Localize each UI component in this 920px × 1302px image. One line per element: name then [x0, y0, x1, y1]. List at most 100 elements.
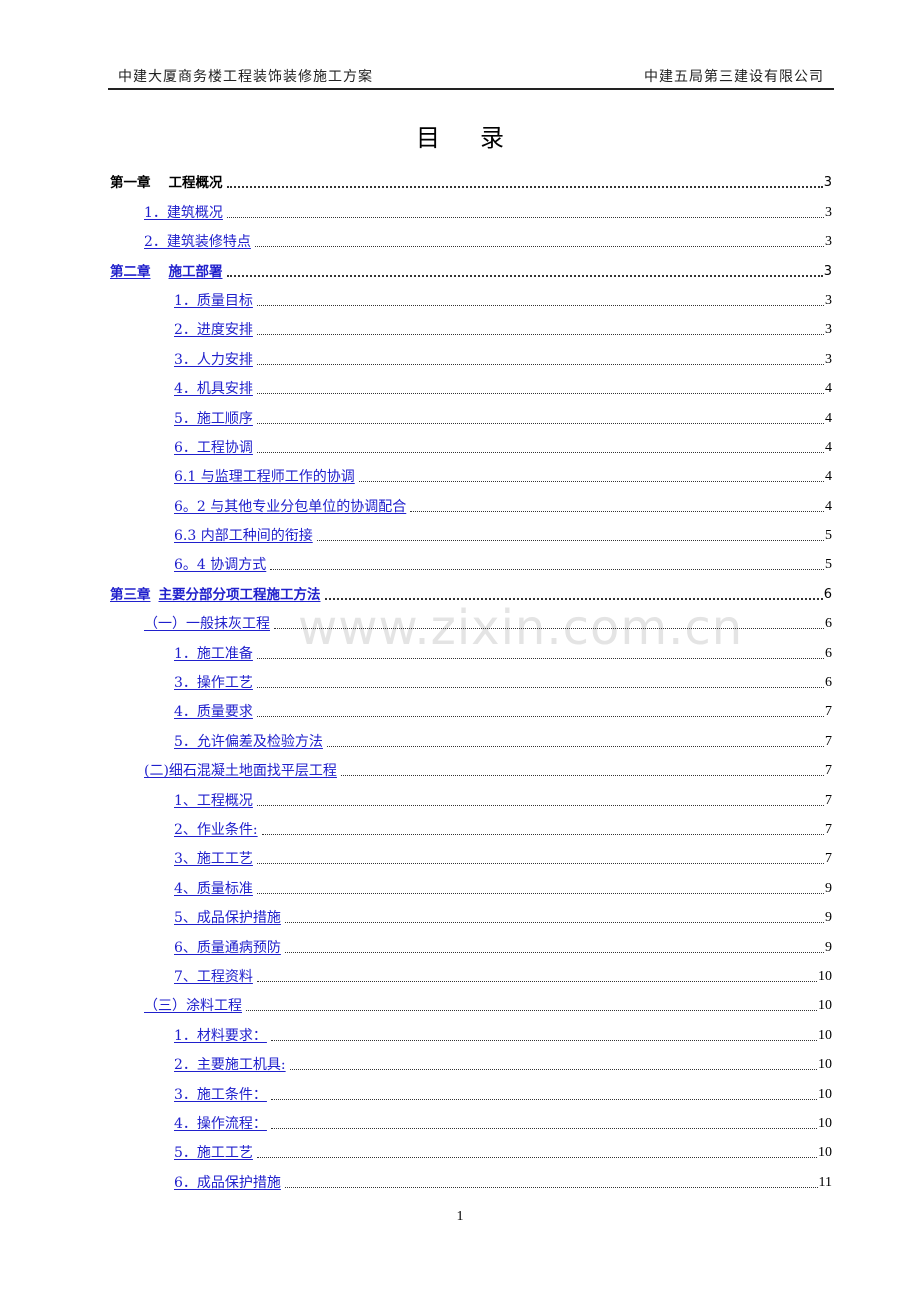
toc-entry-link[interactable]: （一）一般抹灰工程 — [144, 615, 274, 633]
toc-entry-link[interactable]: 1．施工准备 — [174, 645, 257, 663]
toc-entry-link[interactable]: 7、工程资料 — [174, 968, 257, 986]
dot-leader — [270, 1086, 817, 1104]
dot-leader — [256, 439, 824, 457]
toc-entry[interactable]: 1．材料要求： 10 — [110, 1015, 832, 1044]
toc-entry-link[interactable]: 2、作业条件: — [174, 821, 262, 839]
dot-leader — [226, 204, 824, 222]
toc-entry[interactable]: 2、作业条件: 7 — [110, 810, 832, 839]
toc-entry[interactable]: 1、工程概况 7 — [110, 780, 832, 809]
toc-entry-link[interactable]: 4．操作流程： — [174, 1115, 271, 1133]
chapter-number: 第一章 — [110, 175, 151, 192]
toc-entry-link[interactable]: 5、成品保护措施 — [174, 909, 285, 927]
toc-page-number: 7 — [825, 733, 832, 749]
toc-entry[interactable]: 6。2 与其他专业分包单位的协调配合 4 — [110, 486, 832, 515]
toc-page-number: 4 — [825, 410, 832, 426]
toc-entry-link[interactable]: (二)细石混凝土地面找平层工程 — [144, 762, 341, 780]
toc-entry-link[interactable]: 2．进度安排 — [174, 321, 257, 339]
toc-page-number: 3 — [823, 263, 832, 279]
toc-page-number: 9 — [825, 910, 832, 926]
toc-entry[interactable]: 6．成品保护措施 11 — [110, 1162, 832, 1191]
toc-entry[interactable]: 1．质量目标 3 — [110, 281, 832, 310]
toc-chapter-link[interactable]: 第三章 主要分部分项工程施工方法 — [110, 586, 325, 604]
toc-entry-link[interactable]: 5．允许偏差及检验方法 — [174, 733, 327, 751]
toc-entry-link[interactable]: 4．质量要求 — [174, 703, 257, 721]
table-of-contents: 第一章 工程概况 3 1．建筑概况 3 2．建筑装修特点 3 第二章 施工部署 3 1．质量目标 3 2… — [110, 163, 832, 1192]
toc-entry[interactable]: 2．主要施工机具: 10 — [110, 1045, 832, 1074]
toc-entry[interactable]: 6.1 与监理工程师工作的协调 4 — [110, 457, 832, 486]
toc-entry[interactable]: （一）一般抹灰工程 6 — [110, 604, 832, 633]
toc-entry-link[interactable]: 6。4 协调方式 — [174, 556, 270, 574]
toc-entry-link[interactable]: 2．主要施工机具: — [174, 1056, 290, 1074]
toc-page-number: 9 — [825, 880, 832, 896]
toc-page-number: 3 — [825, 204, 832, 220]
toc-entry-link[interactable]: 6、质量通病预防 — [174, 939, 285, 957]
toc-entry-link[interactable]: 3．施工条件： — [174, 1086, 271, 1104]
dot-leader — [256, 792, 824, 810]
toc-entry[interactable]: 6.3 内部工种间的衔接 5 — [110, 516, 832, 545]
toc-entry-link[interactable]: 1．质量目标 — [174, 292, 257, 310]
toc-entry-link[interactable]: 1．建筑概况 — [144, 204, 227, 222]
toc-entry[interactable]: 5．施工顺序 4 — [110, 398, 832, 427]
toc-page-number: 3 — [825, 351, 832, 367]
toc-entry[interactable]: 1．建筑概况 3 — [110, 192, 832, 221]
toc-chapter-link[interactable]: 第二章 施工部署 — [110, 263, 227, 281]
toc-entry[interactable]: （三）涂料工程 10 — [110, 986, 832, 1015]
dot-leader — [254, 233, 824, 251]
toc-entry[interactable]: 3、施工工艺 7 — [110, 839, 832, 868]
toc-title-char-1: 目 — [416, 124, 440, 152]
dot-leader — [256, 703, 824, 721]
toc-entry[interactable]: 4．操作流程： 10 — [110, 1104, 832, 1133]
toc-entry[interactable]: (二)细石混凝土地面找平层工程 7 — [110, 751, 832, 780]
toc-page-number: 10 — [818, 1115, 832, 1131]
toc-entry-link[interactable]: 2．建筑装修特点 — [144, 233, 255, 251]
toc-entry[interactable]: 6。4 协调方式 5 — [110, 545, 832, 574]
toc-entry-link[interactable]: 1．材料要求： — [174, 1027, 271, 1045]
dot-leader — [256, 351, 824, 369]
toc-page-number: 4 — [825, 439, 832, 455]
dot-leader — [256, 674, 824, 692]
dot-leader — [256, 321, 824, 339]
toc-entry-link[interactable]: 3．人力安排 — [174, 351, 257, 369]
toc-entry[interactable]: 1．施工准备 6 — [110, 633, 832, 662]
dot-leader — [284, 909, 824, 927]
toc-entry-link[interactable]: 6。2 与其他专业分包单位的协调配合 — [174, 498, 410, 516]
toc-entry[interactable]: 5．允许偏差及检验方法 7 — [110, 721, 832, 750]
toc-entry[interactable]: 4．质量要求 7 — [110, 692, 832, 721]
toc-entry[interactable]: 5．施工工艺 10 — [110, 1133, 832, 1162]
dot-leader — [270, 556, 824, 574]
toc-entry-link[interactable]: 4．机具安排 — [174, 380, 257, 398]
document-page: 中建大厦商务楼工程装饰装修施工方案 中建五局第三建设有限公司 目录 www.zi… — [0, 0, 920, 1302]
toc-entry-link[interactable]: 5．施工工艺 — [174, 1144, 257, 1162]
toc-entry-link[interactable]: 6．工程协调 — [174, 439, 257, 457]
toc-entry[interactable]: 3．施工条件： 10 — [110, 1074, 832, 1103]
toc-page-number: 10 — [818, 998, 832, 1014]
chapter-number: 第三章 — [110, 586, 151, 603]
toc-entry[interactable]: 3．人力安排 3 — [110, 339, 832, 368]
toc-page-number: 10 — [818, 1027, 832, 1043]
toc-entry[interactable]: 7、工程资料 10 — [110, 957, 832, 986]
toc-page-number: 4 — [825, 469, 832, 485]
toc-entry-link[interactable]: 3、施工工艺 — [174, 850, 257, 868]
toc-entry[interactable]: 2．建筑装修特点 3 — [110, 222, 832, 251]
toc-entry[interactable]: 5、成品保护措施 9 — [110, 898, 832, 927]
chapter-title: 施工部署 — [168, 263, 223, 280]
toc-page-number: 10 — [818, 1057, 832, 1073]
toc-entry-link[interactable]: 6.1 与监理工程师工作的协调 — [174, 468, 359, 486]
toc-chapter-entry[interactable]: 第三章 主要分部分项工程施工方法 6 — [110, 574, 832, 603]
toc-entry[interactable]: 4．机具安排 4 — [110, 369, 832, 398]
toc-entry-link[interactable]: 6.3 内部工种间的衔接 — [174, 527, 317, 545]
toc-entry[interactable]: 4、质量标准 9 — [110, 868, 832, 897]
toc-entry[interactable]: 6、质量通病预防 9 — [110, 927, 832, 956]
toc-entry[interactable]: 6．工程协调 4 — [110, 428, 832, 457]
toc-chapter-entry[interactable]: 第二章 施工部署 3 — [110, 251, 832, 280]
toc-entry-link[interactable]: 3．操作工艺 — [174, 674, 257, 692]
toc-entry-link[interactable]: （三）涂料工程 — [144, 997, 246, 1015]
toc-entry-link[interactable]: 4、质量标准 — [174, 880, 257, 898]
toc-entry[interactable]: 2．进度安排 3 — [110, 310, 832, 339]
toc-page-number: 5 — [825, 557, 832, 573]
toc-entry-link[interactable]: 6．成品保护措施 — [174, 1174, 285, 1192]
toc-entry[interactable]: 3．操作工艺 6 — [110, 663, 832, 692]
toc-entry-link[interactable]: 5．施工顺序 — [174, 410, 257, 428]
toc-page-number: 10 — [818, 1145, 832, 1161]
toc-entry-link[interactable]: 1、工程概况 — [174, 792, 257, 810]
